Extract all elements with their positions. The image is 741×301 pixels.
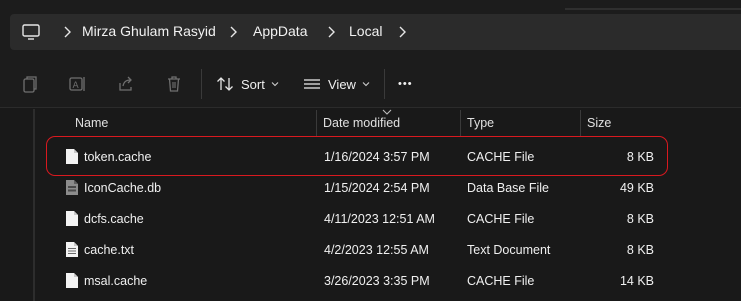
file-name: cache.txt <box>84 243 135 257</box>
column-divider[interactable] <box>580 110 581 136</box>
file-type: Text Document <box>467 243 551 257</box>
column-header-type[interactable]: Type <box>467 116 494 130</box>
file-name: IconCache.db <box>84 181 162 195</box>
file-icon <box>66 273 78 288</box>
svg-text:A: A <box>73 81 80 91</box>
chevron-down-icon <box>271 82 279 87</box>
file-type: CACHE File <box>467 274 535 288</box>
file-date: 4/2/2023 12:55 AM <box>324 243 429 257</box>
toolbar-separator <box>384 69 385 99</box>
copy-icon[interactable] <box>20 74 40 94</box>
column-header-size[interactable]: Size <box>587 116 611 130</box>
column-header-name[interactable]: Name <box>75 116 108 130</box>
file-date: 3/26/2023 3:35 PM <box>324 274 430 288</box>
toolbar-separator <box>201 69 202 99</box>
column-divider[interactable] <box>460 110 461 136</box>
highlight-annotation <box>46 136 668 176</box>
file-name: msal.cache <box>84 274 148 288</box>
breadcrumb-user[interactable]: Mirza Ghulam Rasyid <box>82 23 216 39</box>
file-date: 1/15/2024 2:54 PM <box>324 181 430 195</box>
file-size: 14 KB <box>619 274 654 288</box>
address-bar-area: Mirza Ghulam Rasyid AppData Local <box>0 0 741 62</box>
sort-indicator-icon <box>382 109 392 115</box>
view-button[interactable]: View <box>303 71 370 97</box>
file-row-cache-txt[interactable]: cache.txt 4/2/2023 12:55 AM Text Documen… <box>50 235 670 265</box>
chevron-down-icon <box>362 82 370 87</box>
file-type: CACHE File <box>467 212 535 226</box>
file-row-iconcache-db[interactable]: IconCache.db 1/15/2024 2:54 PM Data Base… <box>50 173 670 203</box>
chevron-right-icon[interactable] <box>397 25 407 39</box>
title-bar-edge <box>565 8 741 10</box>
file-name: dcfs.cache <box>84 212 144 226</box>
rename-icon[interactable]: A <box>68 74 88 94</box>
file-size: 49 KB <box>619 181 654 195</box>
file-type: Data Base File <box>467 181 549 195</box>
text-file-icon <box>66 242 78 257</box>
navigation-pane-edge <box>33 109 35 301</box>
sort-button[interactable]: Sort <box>216 71 279 97</box>
view-label: View <box>328 76 356 92</box>
file-row-msal-cache[interactable]: msal.cache 3/26/2023 3:35 PM CACHE File … <box>50 266 670 296</box>
file-date: 4/11/2023 12:51 AM <box>324 212 435 226</box>
database-file-icon <box>66 180 78 195</box>
share-icon[interactable] <box>116 74 136 94</box>
file-row-dcfs-cache[interactable]: dcfs.cache 4/11/2023 12:51 AM CACHE File… <box>50 204 670 234</box>
delete-icon[interactable] <box>164 74 184 94</box>
command-bar: A Sort View ••• <box>0 62 741 108</box>
this-pc-icon[interactable] <box>22 24 40 40</box>
chevron-right-icon[interactable] <box>62 25 72 39</box>
column-divider[interactable] <box>316 110 317 136</box>
file-icon <box>66 211 78 226</box>
view-list-icon <box>304 79 320 89</box>
see-more-button[interactable]: ••• <box>398 71 413 97</box>
chevron-right-icon[interactable] <box>228 25 238 39</box>
sort-icon <box>217 77 233 91</box>
chevron-right-icon[interactable] <box>326 25 336 39</box>
sort-label: Sort <box>241 76 265 92</box>
column-header-date[interactable]: Date modified <box>323 116 400 130</box>
file-size: 8 KB <box>626 212 654 226</box>
address-bar[interactable]: Mirza Ghulam Rasyid AppData Local <box>10 14 741 50</box>
breadcrumb-local[interactable]: Local <box>349 23 382 39</box>
breadcrumb-appdata[interactable]: AppData <box>253 23 307 39</box>
file-size: 8 KB <box>626 243 654 257</box>
